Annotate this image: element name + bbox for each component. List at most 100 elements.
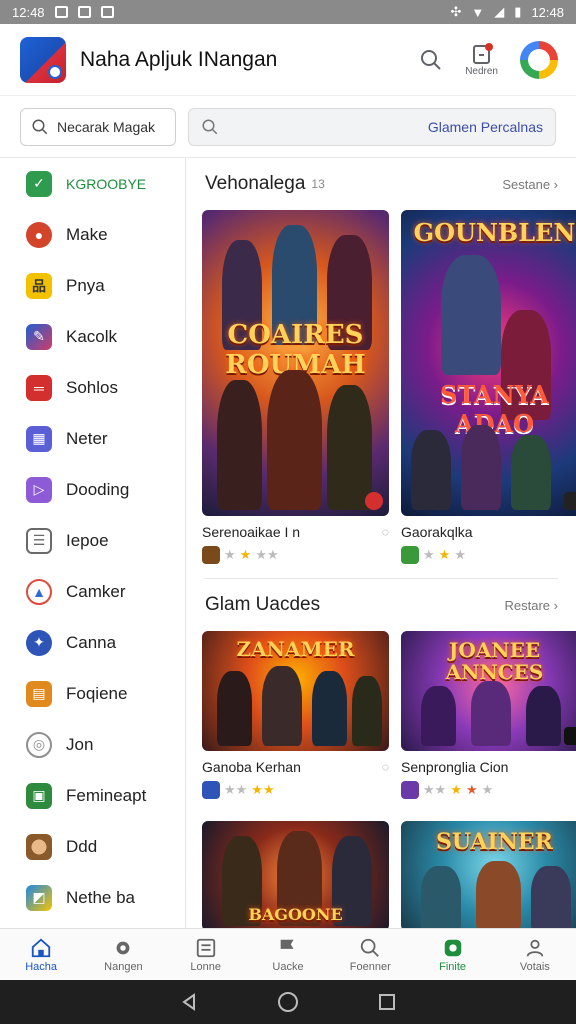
- game-card-name: Gaorakqlka◌: [401, 524, 473, 540]
- back-icon[interactable]: [179, 992, 199, 1012]
- sidebar-item-label: Make: [66, 224, 108, 244]
- nav-games[interactable]: Finite: [411, 929, 493, 980]
- card-art-title: JOANEE ANNCES: [445, 638, 544, 684]
- doc-icon: ☰: [26, 527, 52, 554]
- section-title: Vehonalega: [205, 173, 306, 194]
- section-header: Vehonalega 13 Sestane ›: [187, 158, 576, 210]
- card-row: COAIRES ROUMAH Serenoaikae I n ◌ ★ ★ ★★ GOU…: [187, 210, 576, 564]
- game-card[interactable]: COAIRES ROUMAH Serenoaikae I n ◌ ★ ★ ★★: [202, 210, 389, 564]
- game-thumb-icon: [401, 546, 419, 564]
- game-card[interactable]: ZANAMER Ganoba Kerhan ◌ ★★ ★★: [202, 631, 389, 799]
- game-card[interactable]: SUAINER: [401, 821, 576, 928]
- game-card-art[interactable]: JOANEE ANNCES: [401, 631, 576, 751]
- nav-home[interactable]: Hacha: [0, 929, 82, 980]
- sidebar-item-label: Pnya: [66, 275, 105, 295]
- nav-label: Nangen: [104, 960, 143, 973]
- nav-list[interactable]: Lonne: [165, 929, 247, 980]
- game-card-art[interactable]: BAGOONE: [202, 821, 389, 928]
- search-input-small[interactable]: Necarak Magak: [20, 107, 176, 146]
- game-card-art[interactable]: SUAINER: [401, 821, 576, 928]
- notification-icon: [472, 43, 493, 64]
- sidebar-item-label: Camker: [66, 581, 126, 601]
- vibrate-icon: ✣: [450, 4, 462, 19]
- sidebar-item-14[interactable]: ◩ Nethe ba: [0, 872, 185, 923]
- card-art-title: GOUNBLEN: [413, 218, 576, 247]
- recents-icon[interactable]: [377, 992, 397, 1012]
- home-icon: [31, 938, 51, 957]
- nav-settings[interactable]: Nangen: [82, 929, 164, 980]
- game-card-rating: ★★ ★ ★ ★: [401, 781, 576, 799]
- sidebar-item-5[interactable]: ▦ Neter: [0, 413, 185, 464]
- grid-icon: ▦: [26, 425, 52, 452]
- sidebar-item-label: KGROOBYE: [66, 175, 147, 192]
- card-art-title: BAGOONE: [248, 905, 343, 924]
- sidebar-item-1[interactable]: ● Make: [0, 209, 185, 260]
- face-icon: [26, 833, 52, 860]
- sidebar-item-label: Kacolk: [66, 326, 118, 346]
- nav-search[interactable]: Foenner: [329, 929, 411, 980]
- nav-label: Votais: [519, 960, 550, 973]
- globe-icon: ✦: [26, 629, 52, 656]
- sidebar-item-label: Jon: [66, 734, 94, 754]
- section-more-link[interactable]: Restare ›: [505, 598, 558, 613]
- account-avatar[interactable]: [520, 40, 558, 79]
- sidebar-item-0[interactable]: ✓ KGROOBYE: [0, 158, 185, 209]
- sidebar-item-13[interactable]: Ddd: [0, 821, 185, 872]
- search-small-placeholder: Necarak Magak: [57, 118, 156, 135]
- game-card[interactable]: GOUNBLEN STANYA ADAO Gaorakqlka◌ ★★★: [401, 210, 576, 564]
- sidebar-item-10[interactable]: ▤ Foqiene: [0, 668, 185, 719]
- pen-icon: ✎: [26, 323, 52, 350]
- sidebar-item-9[interactable]: ✦ Canna: [0, 617, 185, 668]
- more-dot-icon[interactable]: ◌: [382, 760, 389, 774]
- bottom-navigation: Hacha Nangen Lonne Uacke Foenner Finite …: [0, 928, 576, 980]
- badge-icon: [564, 727, 576, 745]
- sidebar-item-2[interactable]: 品 Pnya: [0, 260, 185, 311]
- sidebar-item-label: Femineapt: [66, 785, 147, 805]
- main-content: Vehonalega 13 Sestane › COAIRES ROUMAH S…: [187, 158, 576, 928]
- section-title: Glam Uacdes: [205, 594, 321, 615]
- sidebar-item-8[interactable]: ▲ Camker: [0, 566, 185, 617]
- game-card-art[interactable]: GOUNBLEN STANYA ADAO: [401, 210, 576, 516]
- puzzle-icon: 品: [26, 272, 52, 299]
- search-button[interactable]: [419, 48, 443, 72]
- sidebar-item-4[interactable]: ═ Sohlos: [0, 362, 185, 413]
- search-row: Necarak Magak Glamen Percalnas: [0, 96, 576, 158]
- app-logo[interactable]: [20, 36, 66, 83]
- home-circle-icon[interactable]: [277, 991, 299, 1013]
- card-art-title: SUAINER: [436, 829, 553, 855]
- sidebar-item-12[interactable]: ▣ Femineapt: [0, 770, 185, 821]
- sidebar-item-label: Neter: [66, 428, 108, 448]
- sidebar-item-label: Nethe ba: [66, 887, 135, 907]
- game-card[interactable]: BAGOONE: [202, 821, 389, 928]
- notifications-label: Nedren: [465, 66, 498, 77]
- sidebar-item-label: Foqiene: [66, 683, 128, 703]
- game-card-art[interactable]: ZANAMER: [202, 631, 389, 751]
- game-card[interactable]: JOANEE ANNCES Senpronglia Cion◌ ★★★★★: [401, 631, 576, 799]
- card-art-title: ZANAMER: [236, 637, 355, 661]
- screenshot-notification-icon: [77, 6, 91, 18]
- app-title: Naha Apljuk INangan: [80, 47, 278, 71]
- more-dot-icon[interactable]: ◌: [382, 525, 389, 539]
- search-icon: [361, 938, 380, 957]
- nav-profile[interactable]: Votais: [494, 929, 576, 980]
- game-thumb-icon: [202, 546, 220, 564]
- status-bar: 12:48 ✣ ▼ ◢ ▮ 12:48: [0, 0, 576, 24]
- notifications-button[interactable]: Nedren: [465, 42, 498, 77]
- game-thumb-icon: [401, 781, 419, 799]
- nav-flag[interactable]: Uacke: [247, 929, 329, 980]
- games-icon: [444, 939, 461, 956]
- search-input-main[interactable]: Glamen Percalnas: [188, 107, 556, 146]
- game-card-art[interactable]: COAIRES ROUMAH: [202, 210, 389, 516]
- search-icon: [421, 49, 441, 70]
- section-more-link[interactable]: Sestane ›: [502, 177, 558, 192]
- sidebar-item-3[interactable]: ✎ Kacolk: [0, 311, 185, 362]
- person-icon: [526, 939, 544, 957]
- game-card-rating: ★★★★: [202, 546, 389, 564]
- nav-label: Uacke: [272, 960, 304, 973]
- card-row: BAGOONE SUAINER: [187, 821, 576, 928]
- sidebar-item-11[interactable]: ◎ Jon: [0, 719, 185, 770]
- sidebar-item-7[interactable]: ☰ Iepoe: [0, 515, 185, 566]
- card-icon: ═: [26, 374, 52, 401]
- status-time: 12:48: [12, 4, 45, 20]
- sidebar-item-6[interactable]: ▷ Dooding: [0, 464, 185, 515]
